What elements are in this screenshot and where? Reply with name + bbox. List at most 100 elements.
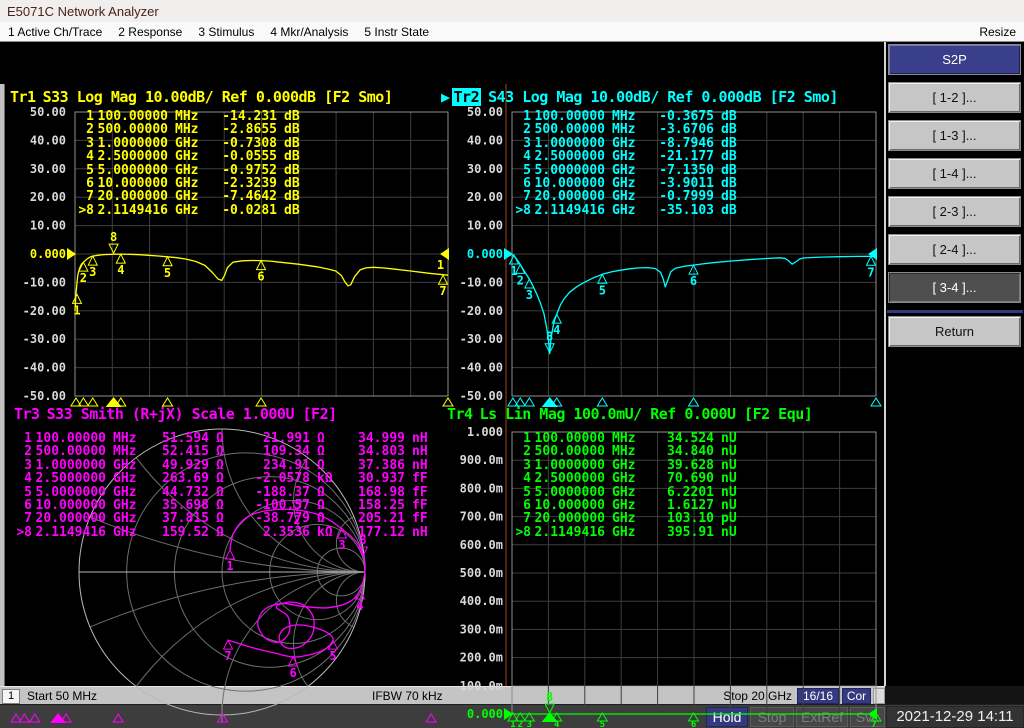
marker-row: 5 5.0000000 GHz -0.9752 dB bbox=[72, 162, 312, 178]
softkey-2-4[interactable]: [ 2-4 ]... bbox=[888, 234, 1021, 265]
marker-cell: 5 bbox=[86, 162, 94, 178]
tr4-format: Ls Lin Mag 100.0mU/ Ref 0.000U [F2 Equ] bbox=[479, 405, 813, 423]
marker-cell: MHz bbox=[612, 109, 636, 124]
marker-cell: 103.10 bbox=[667, 511, 714, 527]
marker-cell: 6 bbox=[523, 498, 531, 514]
marker-cell: nU bbox=[721, 471, 737, 487]
window-titlebar: E5071C Network Analyzer bbox=[0, 0, 1024, 22]
marker-cell: 10.000000 bbox=[35, 498, 106, 514]
marker-cell: 5 bbox=[24, 484, 32, 500]
marker-cell: 2.5000000 bbox=[534, 471, 605, 487]
marker-cell: GHz bbox=[612, 511, 636, 527]
softkey-1-4[interactable]: [ 1-4 ]... bbox=[888, 158, 1021, 189]
svg-text:30.00: 30.00 bbox=[467, 162, 503, 176]
menu-response[interactable]: 2 Response bbox=[118, 25, 182, 39]
marker-row: 7 20.000000 GHz -0.7999 dB bbox=[509, 189, 749, 205]
softkey-return[interactable]: Return bbox=[888, 316, 1021, 347]
marker-cell: 20.000000 bbox=[534, 189, 605, 205]
tr4-marker-8 bbox=[544, 703, 555, 715]
softkey-s2p[interactable]: S2P bbox=[888, 44, 1021, 75]
marker-cell: fF bbox=[412, 511, 428, 527]
svg-text:1: 1 bbox=[73, 303, 80, 317]
marker-cell: nU bbox=[721, 444, 737, 460]
tr1-title[interactable]: Tr1 S33 Log Mag 10.00dB/ Ref 0.000dB [F2 … bbox=[10, 88, 393, 106]
tr2-name: Tr2 bbox=[451, 88, 482, 106]
marker-cell: 1.6127 bbox=[667, 498, 714, 514]
svg-text:5: 5 bbox=[599, 283, 606, 297]
tr2-title[interactable]: ▶ Tr2 S43 Log Mag 10.00dB/ Ref 0.000dB [F2… bbox=[441, 88, 838, 106]
menu-stimulus[interactable]: 3 Stimulus bbox=[198, 25, 254, 39]
stimulus-marker bbox=[425, 713, 437, 723]
marker-cell: 2 bbox=[86, 122, 94, 138]
softkey-1-3[interactable]: [ 1-3 ]... bbox=[888, 120, 1021, 151]
svg-text:0.000: 0.000 bbox=[30, 247, 66, 261]
marker-cell: 7 bbox=[523, 189, 531, 205]
marker-cell: 263.69 bbox=[162, 471, 209, 487]
status-bar-gap bbox=[885, 686, 1024, 704]
marker-cell: 39.628 bbox=[667, 457, 714, 473]
marker-cell: -188.37 bbox=[255, 484, 310, 500]
marker-cell: GHz bbox=[612, 498, 636, 514]
softkey-2-3[interactable]: [ 2-3 ]... bbox=[888, 196, 1021, 227]
menu-instr-state[interactable]: 5 Instr State bbox=[364, 25, 429, 39]
window-title: E5071C Network Analyzer bbox=[7, 4, 159, 19]
marker-cell: -8.7946 bbox=[659, 135, 714, 151]
svg-text:10.00: 10.00 bbox=[467, 219, 503, 233]
marker-cell: dB bbox=[721, 149, 737, 165]
marker-row: 2 500.00000 MHz 34.840 nU bbox=[509, 444, 749, 460]
marker-cell: Ω bbox=[317, 484, 325, 500]
svg-text:-30.00: -30.00 bbox=[23, 332, 66, 346]
softkey-separator bbox=[887, 310, 1023, 313]
marker-cell: GHz bbox=[612, 135, 636, 151]
marker-cell: 4 bbox=[523, 149, 531, 165]
marker-cell: -0.9752 bbox=[222, 162, 277, 178]
marker-cell: 1 bbox=[523, 431, 531, 446]
softkey-1-2[interactable]: [ 1-2 ]... bbox=[888, 82, 1021, 113]
marker-cell: 2 bbox=[24, 444, 32, 460]
marker-row: 5 5.0000000 GHz -7.1350 dB bbox=[509, 163, 749, 177]
resize-button[interactable]: Resize bbox=[979, 25, 1016, 39]
marker-cell: 7 bbox=[86, 189, 94, 205]
svg-text:-20.00: -20.00 bbox=[23, 304, 66, 318]
tr3-marker-1 bbox=[224, 548, 236, 560]
marker-cell: MHz bbox=[612, 122, 636, 138]
marker-cell: 21.991 bbox=[263, 431, 310, 446]
svg-text:40.00: 40.00 bbox=[30, 133, 66, 147]
svg-text:-40.00: -40.00 bbox=[23, 361, 66, 375]
marker-cell: -100.57 bbox=[255, 498, 310, 514]
marker-row: 6 10.000000 GHz 1.6127 nU bbox=[509, 498, 749, 514]
svg-text:1: 1 bbox=[226, 559, 233, 573]
softkey-3-4[interactable]: [ 3-4 ]... bbox=[888, 272, 1021, 303]
active-trace-arrow-icon: ▶ bbox=[441, 88, 450, 106]
stimulus-marker bbox=[10, 713, 22, 723]
svg-text:-30.00: -30.00 bbox=[460, 332, 503, 346]
svg-text:-10.00: -10.00 bbox=[460, 275, 503, 289]
marker-cell: 20.000000 bbox=[534, 511, 605, 527]
marker-cell: GHz bbox=[175, 189, 199, 205]
tr4-title[interactable]: Tr4 Ls Lin Mag 100.0mU/ Ref 0.000U [F2 Eq… bbox=[447, 405, 813, 423]
marker-cell: Ω bbox=[216, 431, 224, 446]
marker-cell: nU bbox=[721, 498, 737, 514]
menu-mkr-analysis[interactable]: 4 Mkr/Analysis bbox=[270, 25, 348, 39]
marker-cell: 100.00000 bbox=[97, 109, 168, 124]
marker-cell: dB bbox=[284, 189, 300, 205]
svg-text:-50.00: -50.00 bbox=[460, 389, 503, 403]
svg-text:8: 8 bbox=[546, 330, 553, 344]
marker-cell: pU bbox=[721, 511, 737, 527]
marker-cell: dB bbox=[284, 135, 300, 151]
marker-cell: >8 bbox=[78, 202, 94, 218]
marker-cell: 10.000000 bbox=[534, 498, 605, 514]
svg-text:20.00: 20.00 bbox=[30, 190, 66, 204]
marker-cell: >8 bbox=[515, 202, 531, 218]
marker-row: 2 500.00000 MHz -2.8655 dB bbox=[72, 122, 312, 138]
marker-cell: -3.6706 bbox=[659, 122, 714, 138]
svg-text:6: 6 bbox=[690, 274, 697, 288]
marker-cell: 2.5000000 bbox=[97, 149, 168, 165]
menu-active-ch-trace[interactable]: 1 Active Ch/Trace bbox=[8, 25, 102, 39]
svg-text:8: 8 bbox=[546, 690, 553, 704]
marker-cell: 5.0000000 bbox=[35, 484, 106, 500]
marker-cell: 35.698 bbox=[162, 498, 209, 514]
tr3-title[interactable]: Tr3 S33 Smith (R+jX) Scale 1.000U [F2] bbox=[14, 405, 337, 423]
marker-cell: fF bbox=[412, 471, 428, 487]
marker-cell: 2 bbox=[523, 122, 531, 138]
